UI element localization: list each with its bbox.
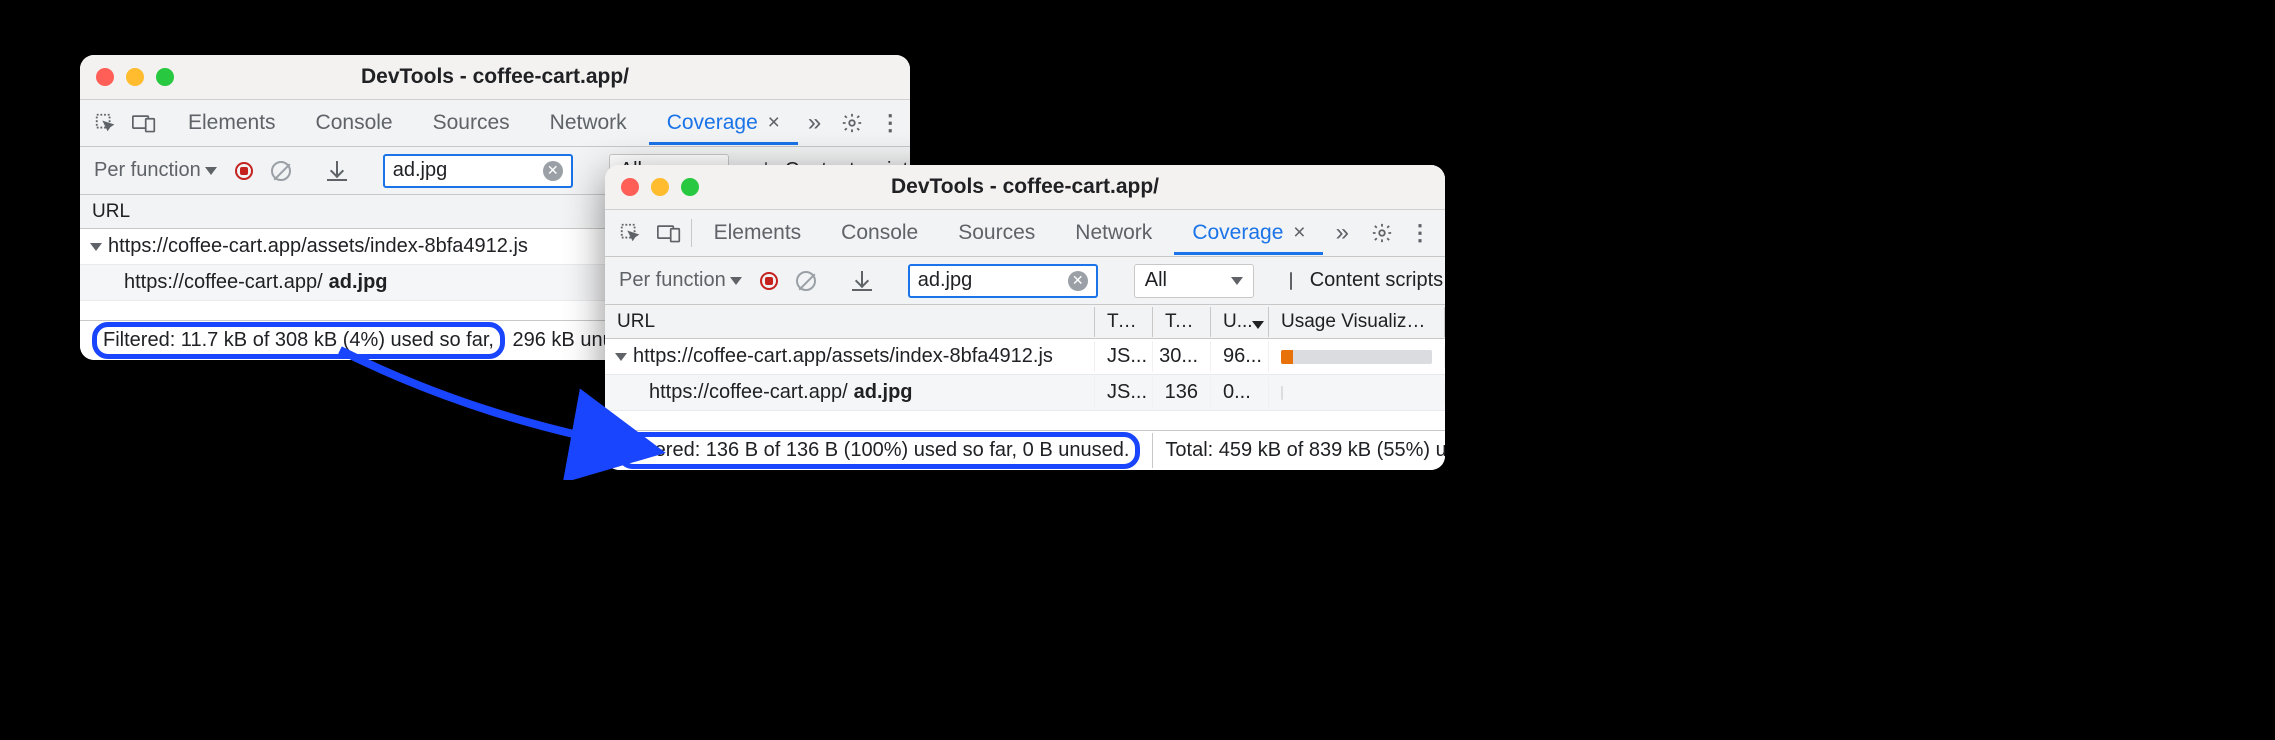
url-filter-input[interactable]: ad.jpg ✕ xyxy=(383,154,573,188)
export-button[interactable] xyxy=(327,158,347,184)
kebab-menu-icon[interactable]: ⋮ xyxy=(879,109,901,137)
sort-desc-icon xyxy=(1252,321,1264,329)
tab-sources[interactable]: Sources xyxy=(940,211,1053,255)
total-status-text: Total: 459 kB of 839 kB (55%) used so fa… xyxy=(1152,433,1445,468)
tab-network[interactable]: Network xyxy=(1057,211,1170,255)
col-url[interactable]: URL xyxy=(605,307,1095,337)
tab-sources[interactable]: Sources xyxy=(415,101,528,145)
url-match: ad.jpg xyxy=(854,381,913,404)
filtered-status-text: Filtered: 136 B of 136 B (100%) used so … xyxy=(628,439,1129,461)
kebab-menu-icon[interactable]: ⋮ xyxy=(1409,219,1431,247)
close-tab-icon[interactable]: × xyxy=(768,111,780,134)
clear-button[interactable] xyxy=(796,268,816,294)
granularity-label: Per function xyxy=(94,159,201,182)
more-tabs-icon[interactable]: » xyxy=(1333,219,1351,247)
device-toggle-icon[interactable] xyxy=(132,109,156,137)
settings-gear-icon[interactable] xyxy=(841,109,863,137)
window-titlebar: DevTools - coffee-cart.app/ xyxy=(80,55,910,99)
granularity-dropdown[interactable]: Per function xyxy=(619,269,742,292)
separator xyxy=(691,219,692,247)
zoom-window-icon[interactable] xyxy=(681,178,699,196)
cell-total: 30... xyxy=(1153,341,1211,372)
zoom-window-icon[interactable] xyxy=(156,68,174,86)
tab-network[interactable]: Network xyxy=(532,101,645,145)
table-header: URL Ty... To... U... Usage Visualization xyxy=(605,305,1445,339)
close-window-icon[interactable] xyxy=(96,68,114,86)
type-filter-value: All xyxy=(1145,269,1167,292)
col-unused[interactable]: U... xyxy=(1211,307,1269,337)
type-filter-dropdown[interactable]: All xyxy=(1134,264,1254,298)
tab-coverage-label: Coverage xyxy=(667,111,758,134)
col-type[interactable]: Ty... xyxy=(1095,307,1153,337)
record-button[interactable] xyxy=(235,158,253,184)
window-title: DevTools - coffee-cart.app/ xyxy=(605,175,1445,199)
cell-viz xyxy=(1269,346,1445,368)
cell-total: 136 xyxy=(1153,377,1211,408)
cell-type: JS... xyxy=(1095,377,1153,408)
minimize-window-icon[interactable] xyxy=(651,178,669,196)
cell-viz xyxy=(1269,382,1445,404)
status-bar: Filtered: 136 B of 136 B (100%) used so … xyxy=(605,430,1445,470)
url-text: https://coffee-cart.app/ xyxy=(649,381,848,404)
tab-console[interactable]: Console xyxy=(823,211,936,255)
clear-filter-icon[interactable]: ✕ xyxy=(1068,271,1088,291)
content-scripts-label: Content scripts xyxy=(1310,269,1443,292)
close-tab-icon[interactable]: × xyxy=(1293,221,1305,244)
clear-button[interactable] xyxy=(271,158,291,184)
record-button[interactable] xyxy=(760,268,778,294)
tab-coverage[interactable]: Coverage × xyxy=(649,101,798,145)
url-filter-value: ad.jpg xyxy=(918,269,1060,292)
url-filter-input[interactable]: ad.jpg ✕ xyxy=(908,264,1098,298)
devtools-tabstrip: Elements Console Sources Network Coverag… xyxy=(80,99,910,147)
expand-icon[interactable] xyxy=(615,353,627,361)
inspect-icon[interactable] xyxy=(94,109,116,137)
coverage-table: https://coffee-cart.app/assets/index-8bf… xyxy=(605,339,1445,430)
window-titlebar: DevTools - coffee-cart.app/ xyxy=(605,165,1445,209)
filtered-status-highlight: Filtered: 11.7 kB of 308 kB (4%) used so… xyxy=(92,322,505,359)
url-text: https://coffee-cart.app/assets/index-8bf… xyxy=(633,345,1053,368)
filtered-status-highlight: Filtered: 136 B of 136 B (100%) used so … xyxy=(617,432,1140,469)
minimize-window-icon[interactable] xyxy=(126,68,144,86)
expand-icon[interactable] xyxy=(90,243,102,251)
url-text: https://coffee-cart.app/ xyxy=(124,271,323,294)
filtered-status-text: Filtered: 11.7 kB of 308 kB (4%) used so… xyxy=(103,329,494,351)
tab-elements[interactable]: Elements xyxy=(696,211,820,255)
cell-type: JS... xyxy=(1095,341,1153,372)
url-filter-value: ad.jpg xyxy=(393,159,535,182)
chevron-down-icon xyxy=(730,277,742,285)
devtools-tabstrip: Elements Console Sources Network Coverag… xyxy=(605,209,1445,257)
tab-coverage[interactable]: Coverage × xyxy=(1174,211,1323,255)
inspect-icon[interactable] xyxy=(619,219,641,247)
window-title: DevTools - coffee-cart.app/ xyxy=(80,65,910,89)
url-match: ad.jpg xyxy=(329,271,388,294)
coverage-toolbar: Per function ad.jpg ✕ All Content script… xyxy=(605,257,1445,305)
chevron-down-icon xyxy=(1231,277,1243,285)
close-window-icon[interactable] xyxy=(621,178,639,196)
url-text: https://coffee-cart.app/assets/index-8bf… xyxy=(108,235,528,258)
tab-console[interactable]: Console xyxy=(298,101,411,145)
table-row[interactable]: https://coffee-cart.app/ad.jpg JS... 136… xyxy=(605,375,1445,411)
cell-unused: 96... xyxy=(1211,341,1269,372)
clear-filter-icon[interactable]: ✕ xyxy=(543,161,563,181)
more-tabs-icon[interactable]: » xyxy=(808,109,821,137)
granularity-dropdown[interactable]: Per function xyxy=(94,159,217,182)
settings-gear-icon[interactable] xyxy=(1371,219,1393,247)
tab-coverage-label: Coverage xyxy=(1192,221,1283,244)
content-scripts-checkbox[interactable] xyxy=(1290,272,1292,290)
granularity-label: Per function xyxy=(619,269,726,292)
device-toggle-icon[interactable] xyxy=(657,219,681,247)
export-button[interactable] xyxy=(852,268,872,294)
chevron-down-icon xyxy=(205,167,217,175)
table-row[interactable]: https://coffee-cart.app/assets/index-8bf… xyxy=(605,339,1445,375)
cell-unused: 0... xyxy=(1211,377,1269,408)
tab-elements[interactable]: Elements xyxy=(170,101,294,145)
col-viz[interactable]: Usage Visualization xyxy=(1269,307,1445,337)
col-total[interactable]: To... xyxy=(1153,307,1211,337)
